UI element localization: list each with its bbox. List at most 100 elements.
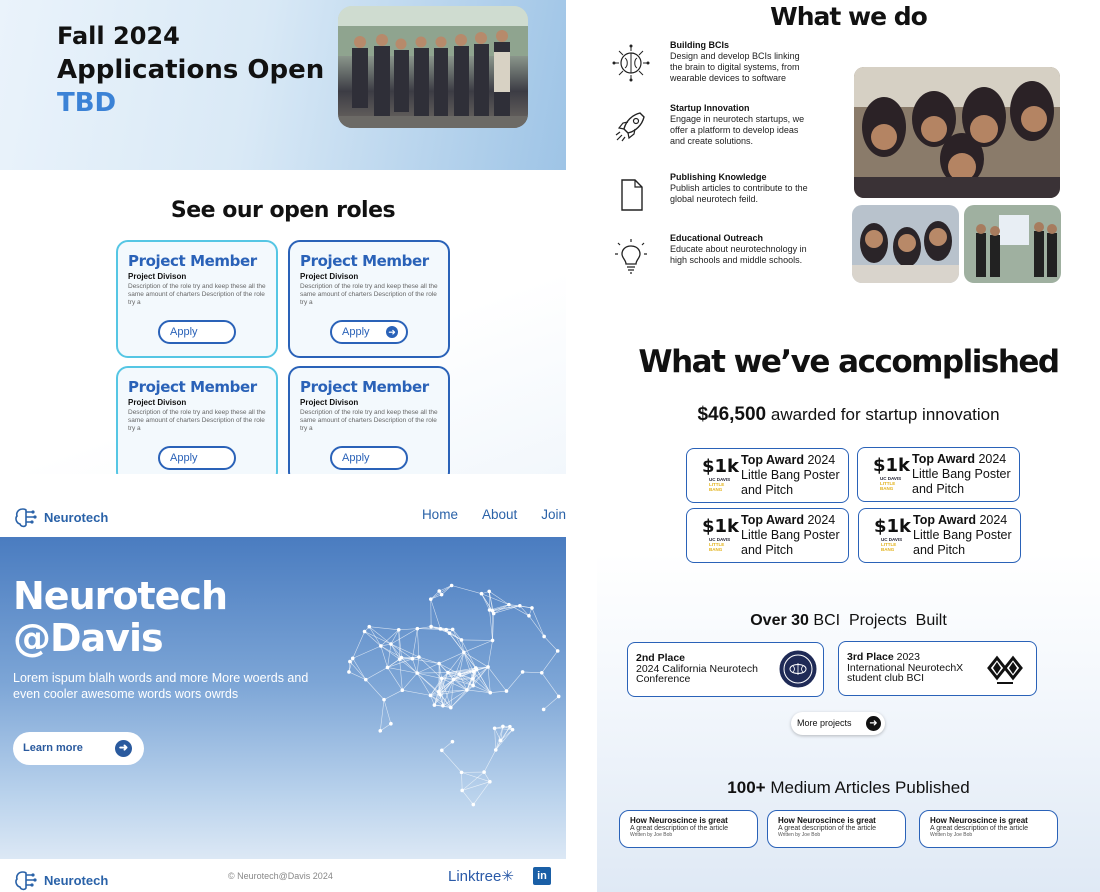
network-node — [474, 666, 478, 670]
network-edge — [461, 772, 490, 782]
network-edge — [412, 628, 418, 659]
nav-join[interactable]: Join — [541, 507, 566, 522]
network-node — [428, 693, 433, 698]
network-node — [488, 690, 493, 695]
network-node — [486, 665, 490, 669]
apply-button[interactable]: Apply — [158, 446, 236, 470]
network-node — [363, 677, 368, 682]
placement-event: International NeurotechX student club BC… — [847, 661, 964, 684]
award-year: 2024 — [979, 513, 1008, 527]
network-node — [457, 672, 462, 676]
article-author: Written by Joe Bob — [630, 832, 673, 838]
team-selfie-photo — [854, 67, 1060, 198]
network-node — [542, 634, 546, 639]
network-edge — [475, 667, 491, 693]
article-author: Written by Joe Bob — [778, 832, 821, 838]
award-title: Top Award — [741, 453, 804, 467]
hero-title-line1: Neurotech — [13, 574, 228, 618]
network-edge — [487, 666, 507, 692]
apply-button[interactable]: Apply ➜ — [330, 320, 408, 344]
network-node — [379, 644, 383, 648]
network-node — [400, 688, 405, 692]
network-edge — [352, 631, 365, 659]
role-description: Description of the role try and keep the… — [128, 283, 266, 306]
apply-button-label: Apply — [170, 326, 198, 338]
footer-brand[interactable]: Neurotech — [14, 869, 108, 891]
network-edge — [399, 659, 403, 691]
network-edge — [487, 666, 491, 693]
network-node — [437, 661, 441, 666]
about-panel: What we do Building BCIs Design and deve… — [597, 0, 1100, 892]
learn-more-button[interactable]: Learn more ➜ — [13, 732, 144, 765]
network-node — [508, 724, 512, 729]
article-card[interactable]: How Neuroscince is great A great descrip… — [919, 810, 1058, 848]
role-title: Project Member — [300, 252, 429, 270]
network-node — [389, 642, 393, 646]
role-division: Project Divison — [300, 398, 359, 407]
network-node — [471, 683, 475, 688]
open-roles-heading: See our open roles — [170, 198, 396, 223]
role-description: Description of the role try and keep the… — [300, 409, 438, 432]
network-edge — [451, 585, 482, 595]
network-edge — [495, 729, 513, 751]
network-node — [470, 677, 475, 681]
network-node — [492, 726, 497, 731]
projects-text: BCI Projects Built — [813, 612, 947, 629]
network-node — [382, 697, 386, 702]
network-node — [465, 688, 469, 692]
brand-logo[interactable]: Neurotech — [14, 506, 108, 528]
arrow-right-icon: ➜ — [386, 326, 398, 338]
network-node — [449, 583, 454, 588]
award-amount: $1k — [702, 516, 740, 537]
linkedin-icon[interactable]: in — [533, 867, 551, 885]
network-edge — [417, 663, 440, 674]
projects-count: Over 30 — [750, 612, 809, 629]
network-node — [498, 738, 503, 743]
network-node — [539, 670, 544, 675]
network-edge — [441, 750, 462, 773]
apply-button-label: Apply — [170, 452, 198, 464]
award-text: Top Award 2024 Little Bang Poster and Pi… — [913, 513, 1021, 558]
articles-text: Medium Articles Published — [770, 778, 970, 797]
uc-davis-little-bang-logo: UC DAVIS LITTLE BANG — [709, 537, 735, 552]
article-description: A great description of the article — [778, 825, 877, 832]
network-node — [450, 627, 455, 632]
network-edge — [430, 585, 452, 600]
network-edge — [380, 723, 392, 732]
award-card: $1k UC DAVIS LITTLE BANG Top Award 2024 L… — [686, 508, 849, 563]
role-card: Project Member Project Divison Descripti… — [116, 366, 278, 484]
placement-text: 3rd Place 2023 International NeurotechX … — [847, 652, 977, 684]
network-node — [507, 602, 511, 607]
network-node — [448, 705, 453, 710]
network-edge — [494, 728, 501, 741]
nav-home[interactable]: Home — [422, 507, 458, 522]
network-node — [479, 591, 484, 596]
nav-about[interactable]: About — [482, 507, 517, 522]
network-edge — [439, 585, 452, 592]
document-icon — [621, 179, 643, 211]
linktree-link[interactable]: Linktree✳ — [448, 867, 514, 885]
network-node — [399, 655, 404, 660]
network-edge — [506, 671, 523, 692]
apply-button[interactable]: Apply — [330, 446, 408, 470]
network-node — [556, 694, 561, 699]
network-node — [555, 649, 560, 653]
network-edge — [463, 640, 493, 653]
award-card: $1k UC DAVIS LITTLE BANG Top Award 2024 L… — [857, 447, 1020, 502]
feature-description: Publish articles to contribute to the gl… — [670, 183, 808, 204]
feature-description: Educate about neurotechnology in high sc… — [670, 244, 807, 265]
applications-banner: Fall 2024 Applications Open TBD — [0, 0, 566, 170]
apply-button[interactable]: Apply — [158, 320, 236, 344]
network-edge — [417, 626, 432, 629]
hero-banner: Neurotech @Davis Lorem ispum blalh words… — [0, 537, 566, 859]
what-we-do-heading: What we do — [770, 2, 928, 31]
article-card[interactable]: How Neuroscince is great A great descrip… — [767, 810, 906, 848]
network-edge — [416, 672, 431, 696]
article-title: How Neuroscince is great — [778, 816, 876, 825]
article-card[interactable]: How Neuroscince is great A great descrip… — [619, 810, 758, 848]
network-node — [510, 727, 515, 732]
feature-title: Publishing Knowledge — [670, 172, 767, 182]
more-projects-button[interactable]: More projects ➜ — [791, 712, 885, 735]
network-edge — [387, 644, 392, 668]
network-edge — [441, 741, 453, 751]
